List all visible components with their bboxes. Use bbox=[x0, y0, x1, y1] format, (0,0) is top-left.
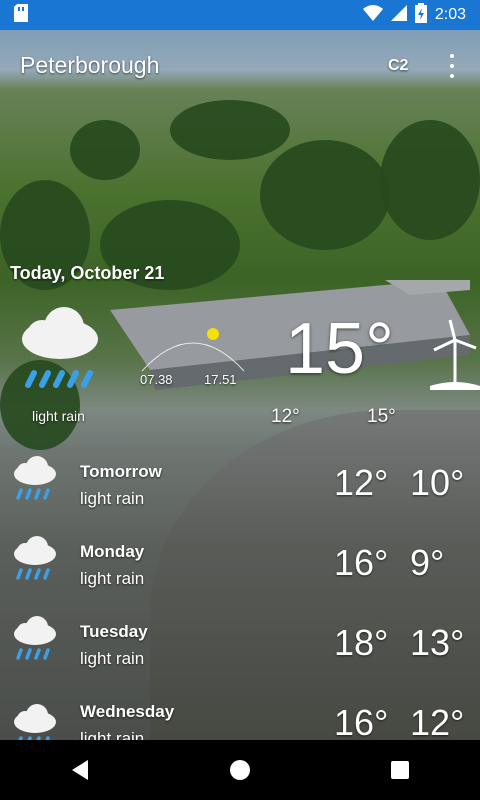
unit-toggle-button[interactable]: C2 bbox=[388, 57, 408, 75]
sunrise-time: 07.38 bbox=[140, 372, 173, 387]
cloud-rain-icon bbox=[18, 305, 102, 396]
cloud-rain-icon bbox=[12, 454, 58, 509]
today-high-temp: 15° bbox=[367, 406, 396, 427]
forecast-day: Wednesday bbox=[80, 702, 175, 721]
back-icon[interactable] bbox=[50, 750, 110, 790]
today-condition: light rain bbox=[32, 408, 85, 424]
sd-card-icon bbox=[14, 3, 28, 27]
navigation-bar bbox=[0, 740, 480, 800]
forecast-low: 13° bbox=[410, 622, 465, 663]
forecast-condition: light rain bbox=[80, 729, 145, 740]
today-low-temp: 12° bbox=[271, 406, 300, 427]
forecast-row-tuesday[interactable]: Tuesday light rain 18° 13° bbox=[0, 616, 480, 702]
sun-arc-icon bbox=[141, 328, 245, 372]
sunset-time: 17.51 bbox=[204, 372, 237, 387]
wifi-icon bbox=[362, 4, 383, 26]
cloud-rain-icon bbox=[12, 702, 58, 740]
forecast-day: Monday bbox=[80, 542, 145, 561]
forecast-high: 16° bbox=[334, 702, 389, 740]
recents-icon[interactable] bbox=[370, 750, 430, 790]
clock: 2:03 bbox=[434, 6, 466, 23]
wind-turbine-icon bbox=[430, 318, 480, 398]
forecast-condition: light rain bbox=[80, 489, 145, 508]
more-vert-icon[interactable] bbox=[446, 54, 458, 78]
forecast-high: 16° bbox=[334, 542, 389, 583]
forecast-condition: light rain bbox=[80, 569, 145, 588]
cell-signal-icon bbox=[390, 4, 407, 26]
forecast-row-tomorrow[interactable]: Tomorrow light rain 12° 10° bbox=[0, 456, 480, 542]
city-name[interactable]: Peterborough bbox=[20, 52, 159, 79]
forecast-row-wednesday[interactable]: Wednesday light rain 16° 12° bbox=[0, 702, 480, 740]
forecast-low: 9° bbox=[410, 542, 445, 583]
forecast-low: 12° bbox=[410, 702, 465, 740]
battery-charging-icon bbox=[414, 2, 427, 28]
current-temperature: 15° bbox=[285, 309, 394, 389]
cloud-rain-icon bbox=[12, 614, 58, 669]
forecast-low: 10° bbox=[410, 462, 465, 503]
forecast-day: Tuesday bbox=[80, 622, 148, 641]
today-date: Today, October 21 bbox=[10, 263, 165, 283]
forecast-day: Tomorrow bbox=[80, 462, 162, 481]
forecast-row-monday[interactable]: Monday light rain 16° 9° bbox=[0, 536, 480, 622]
home-icon[interactable] bbox=[210, 750, 270, 790]
forecast-high: 18° bbox=[334, 622, 389, 663]
status-bar: 2:03 bbox=[0, 0, 480, 30]
cloud-rain-icon bbox=[12, 534, 58, 589]
forecast-high: 12° bbox=[334, 462, 389, 503]
forecast-condition: light rain bbox=[80, 649, 145, 668]
